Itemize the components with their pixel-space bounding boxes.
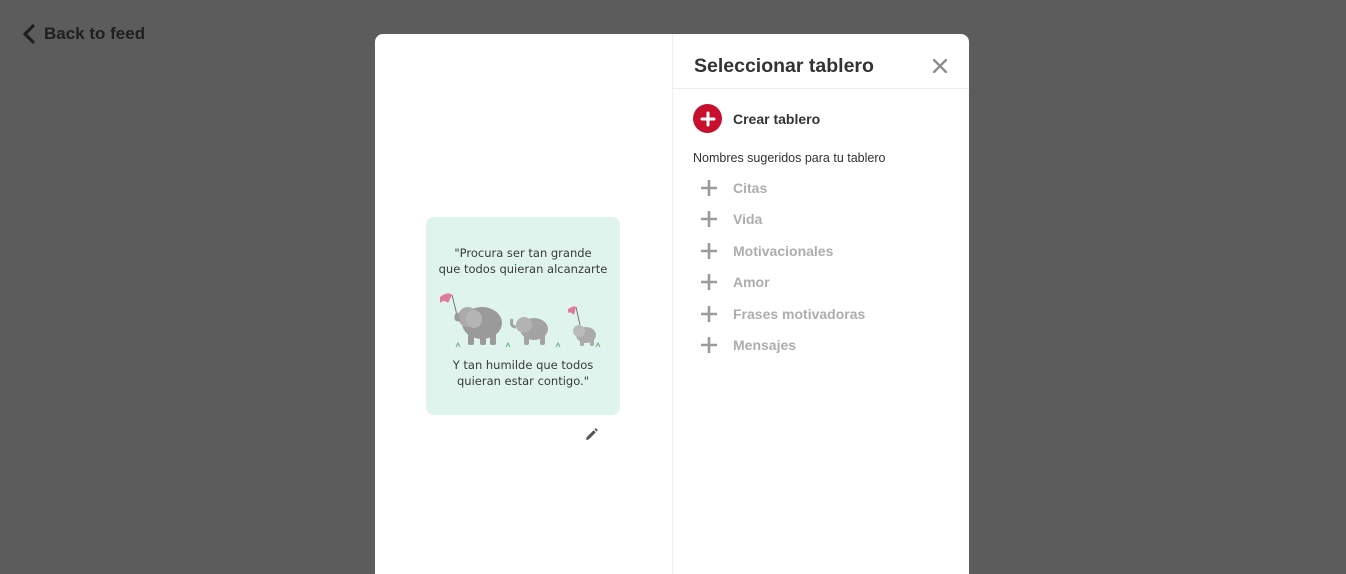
pencil-icon — [586, 428, 598, 440]
elephants-illustration — [440, 293, 601, 348]
back-to-feed-label: Back to feed — [44, 24, 146, 43]
board-select-pane: Seleccionar tablero Crear tablero Nombre… — [673, 34, 969, 574]
suggestion-item[interactable]: Frases motivadoras — [693, 298, 865, 330]
plus-icon — [693, 336, 733, 354]
suggestion-item[interactable]: Vida — [693, 204, 865, 236]
pin-quote-bottom: Y tan humilde que todos quieran estar co… — [426, 357, 620, 389]
create-board-plus-icon — [693, 104, 722, 133]
chevron-left-icon — [23, 24, 35, 44]
pin-quote-bottom-line-1: Y tan humilde que todos — [452, 358, 594, 372]
suggestion-item[interactable]: Citas — [693, 172, 865, 204]
back-to-feed-link[interactable]: Back to feed — [22, 22, 145, 46]
plus-icon — [693, 305, 733, 323]
close-icon — [932, 58, 948, 74]
edit-pin-button[interactable] — [584, 428, 600, 444]
pin-quote-top: "Procura ser tan grande que todos quiera… — [426, 245, 620, 277]
close-button[interactable] — [930, 56, 950, 76]
suggestion-label: Citas — [733, 179, 768, 196]
suggestion-item[interactable]: Motivacionales — [693, 235, 865, 267]
suggestion-label: Motivacionales — [733, 242, 834, 259]
suggestions-list: Citas Vida Motivacionales Amor Frases mo… — [693, 172, 865, 361]
dialog-header: Seleccionar tablero — [673, 34, 969, 89]
create-board-button[interactable]: Crear tablero — [693, 104, 820, 133]
plus-icon — [693, 273, 733, 291]
plus-icon — [693, 242, 733, 260]
suggestions-heading: Nombres sugeridos para tu tablero — [693, 151, 886, 165]
select-board-modal: "Procura ser tan grande que todos quiera… — [375, 34, 969, 574]
pin-quote-top-line-1: "Procura ser tan grande — [454, 246, 592, 260]
pin-image: "Procura ser tan grande que todos quiera… — [426, 217, 620, 415]
pin-preview-pane: "Procura ser tan grande que todos quiera… — [375, 34, 673, 574]
suggestion-label: Vida — [733, 211, 763, 228]
suggestion-item[interactable]: Mensajes — [693, 330, 865, 362]
suggestion-label: Frases motivadoras — [733, 305, 866, 322]
dialog-title: Seleccionar tablero — [694, 55, 874, 77]
suggestion-label: Amor — [733, 274, 770, 291]
suggestion-label: Mensajes — [733, 337, 797, 354]
pin-quote-top-line-2: que todos quieran alcanzarte — [438, 262, 608, 276]
create-board-label: Crear tablero — [733, 110, 821, 127]
pin-quote-bottom-line-2: quieran estar contigo." — [456, 374, 589, 388]
suggestion-item[interactable]: Amor — [693, 267, 865, 299]
plus-icon — [693, 210, 733, 228]
plus-icon — [693, 179, 733, 197]
